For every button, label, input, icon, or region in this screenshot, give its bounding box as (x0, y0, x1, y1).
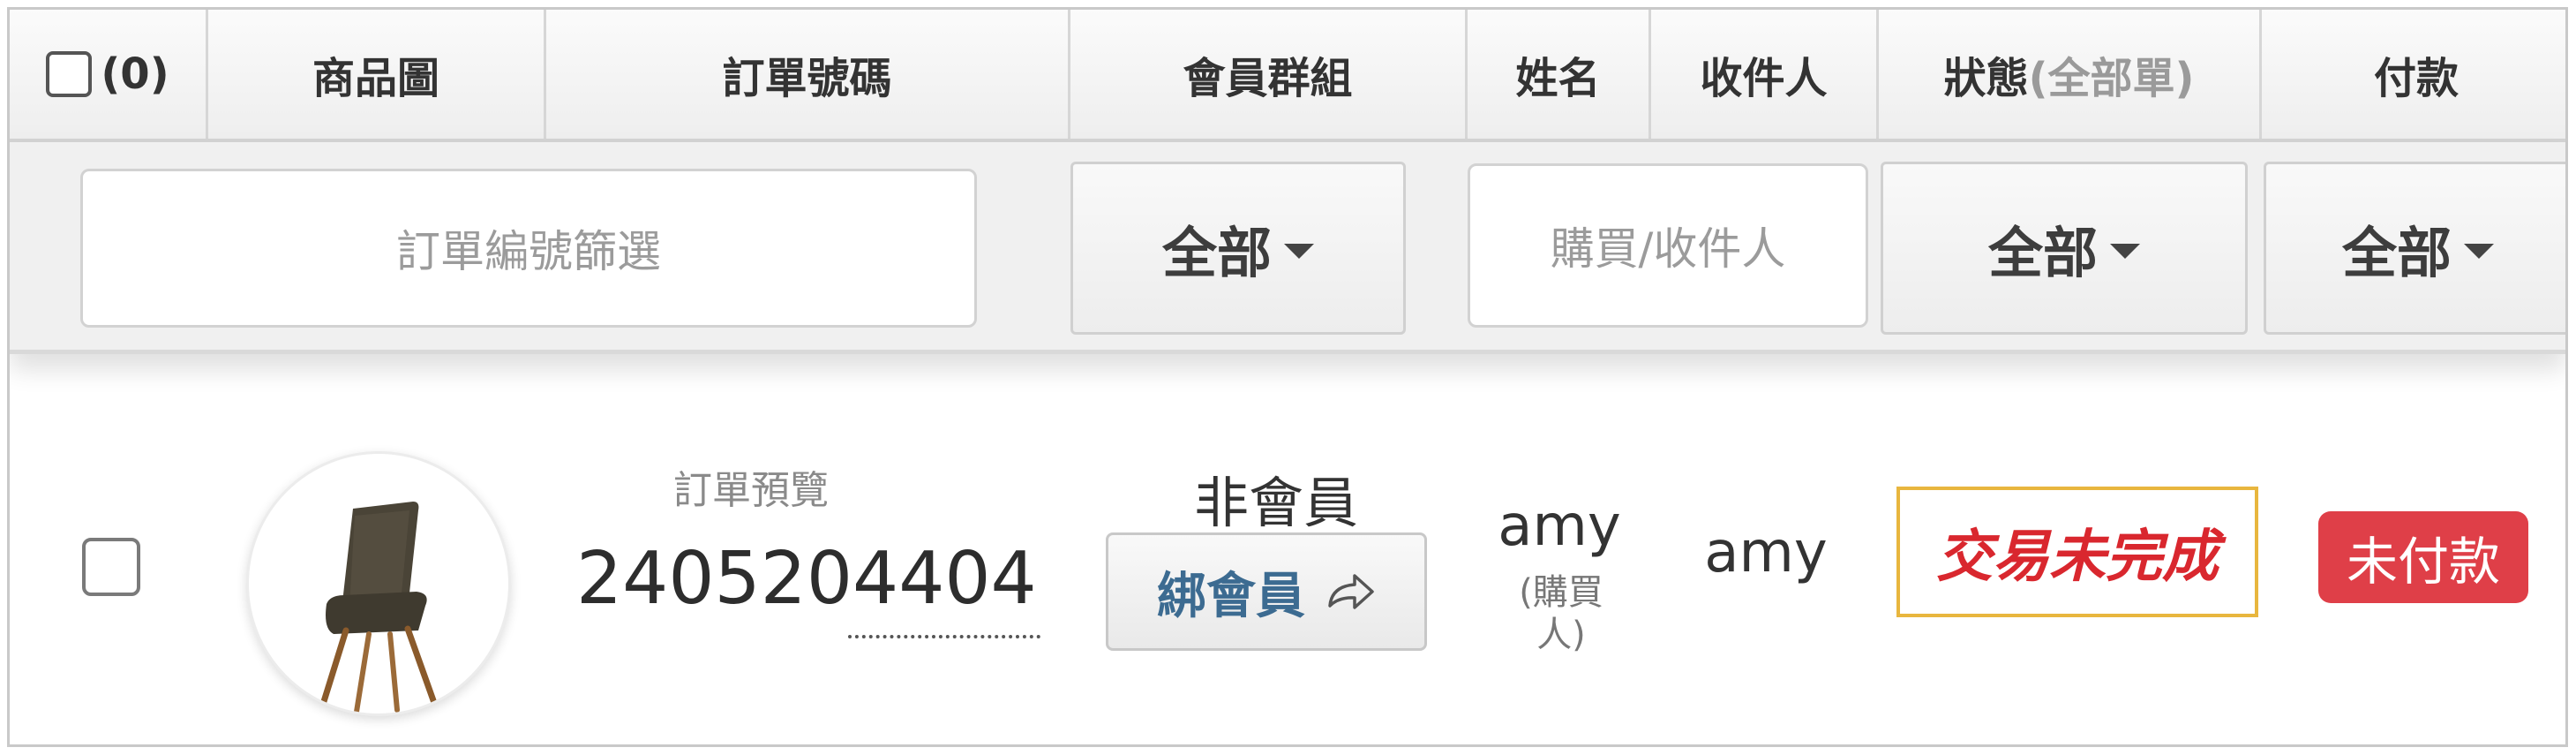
order-preview-label[interactable]: 訂單預覽 (575, 458, 928, 515)
column-name: 姓名 (1468, 10, 1651, 139)
column-status-label: 狀態 (1943, 54, 2029, 103)
caret-down-icon (2464, 243, 2494, 259)
status-dropdown[interactable]: 全部 (1881, 162, 2248, 335)
column-order-number: 訂單號碼 (546, 10, 1070, 139)
status-badge[interactable]: 交易未完成 (1896, 487, 2258, 617)
column-status-suffix: (全部單) (2028, 54, 2195, 103)
column-status: 狀態 (全部單) (1879, 10, 2262, 139)
column-member-group: 會員群組 (1070, 10, 1468, 139)
share-arrow-icon (1328, 574, 1374, 609)
product-thumbnail[interactable] (246, 451, 511, 716)
member-type: 非會員 (1193, 471, 1358, 535)
order-table: (0) 商品圖 訂單號碼 會員群組 姓名 收件人 狀態 (全部單) 付款 訂單編號… (7, 7, 2568, 747)
order-number[interactable]: 2405204404 (576, 539, 1037, 619)
member-group-value: 全部 (1161, 221, 1272, 285)
chair-image (318, 502, 438, 713)
order-number-underline (848, 635, 1040, 638)
payment-filter-value: 全部 (2341, 221, 2452, 285)
column-product-image: 商品圖 (208, 10, 546, 139)
checkbox-icon[interactable] (46, 51, 93, 97)
bind-member-label: 綁會員 (1157, 567, 1305, 625)
caret-down-icon (1284, 243, 1314, 259)
buyer-note: (購買人) (1519, 572, 1603, 655)
member-group-dropdown[interactable]: 全部 (1070, 162, 1406, 335)
table-header: (0) 商品圖 訂單號碼 會員群組 姓名 收件人 狀態 (全部單) 付款 (10, 10, 2565, 142)
select-all-checkbox[interactable]: (0) (10, 10, 208, 139)
payment-badge[interactable]: 未付款 (2318, 511, 2528, 603)
recipient-name: amy (1704, 520, 1828, 585)
column-recipient: 收件人 (1651, 10, 1879, 139)
bind-member-button[interactable]: 綁會員 (1106, 532, 1427, 651)
row-checkbox[interactable] (82, 538, 140, 596)
buyer-recipient-filter-input[interactable]: 購買/收件人 (1468, 163, 1868, 328)
column-payment: 付款 (2373, 54, 2459, 103)
buyer-name: amy (1498, 494, 1621, 559)
selected-count: (0) (101, 49, 169, 99)
caret-down-icon (2110, 243, 2140, 259)
status-filter-value: 全部 (1987, 221, 2098, 285)
filter-row: 訂單編號篩選 全部 購買/收件人 全部 全部 (10, 142, 2565, 354)
order-number-filter-input[interactable]: 訂單編號篩選 (80, 169, 977, 328)
payment-dropdown[interactable]: 全部 (2264, 162, 2565, 335)
